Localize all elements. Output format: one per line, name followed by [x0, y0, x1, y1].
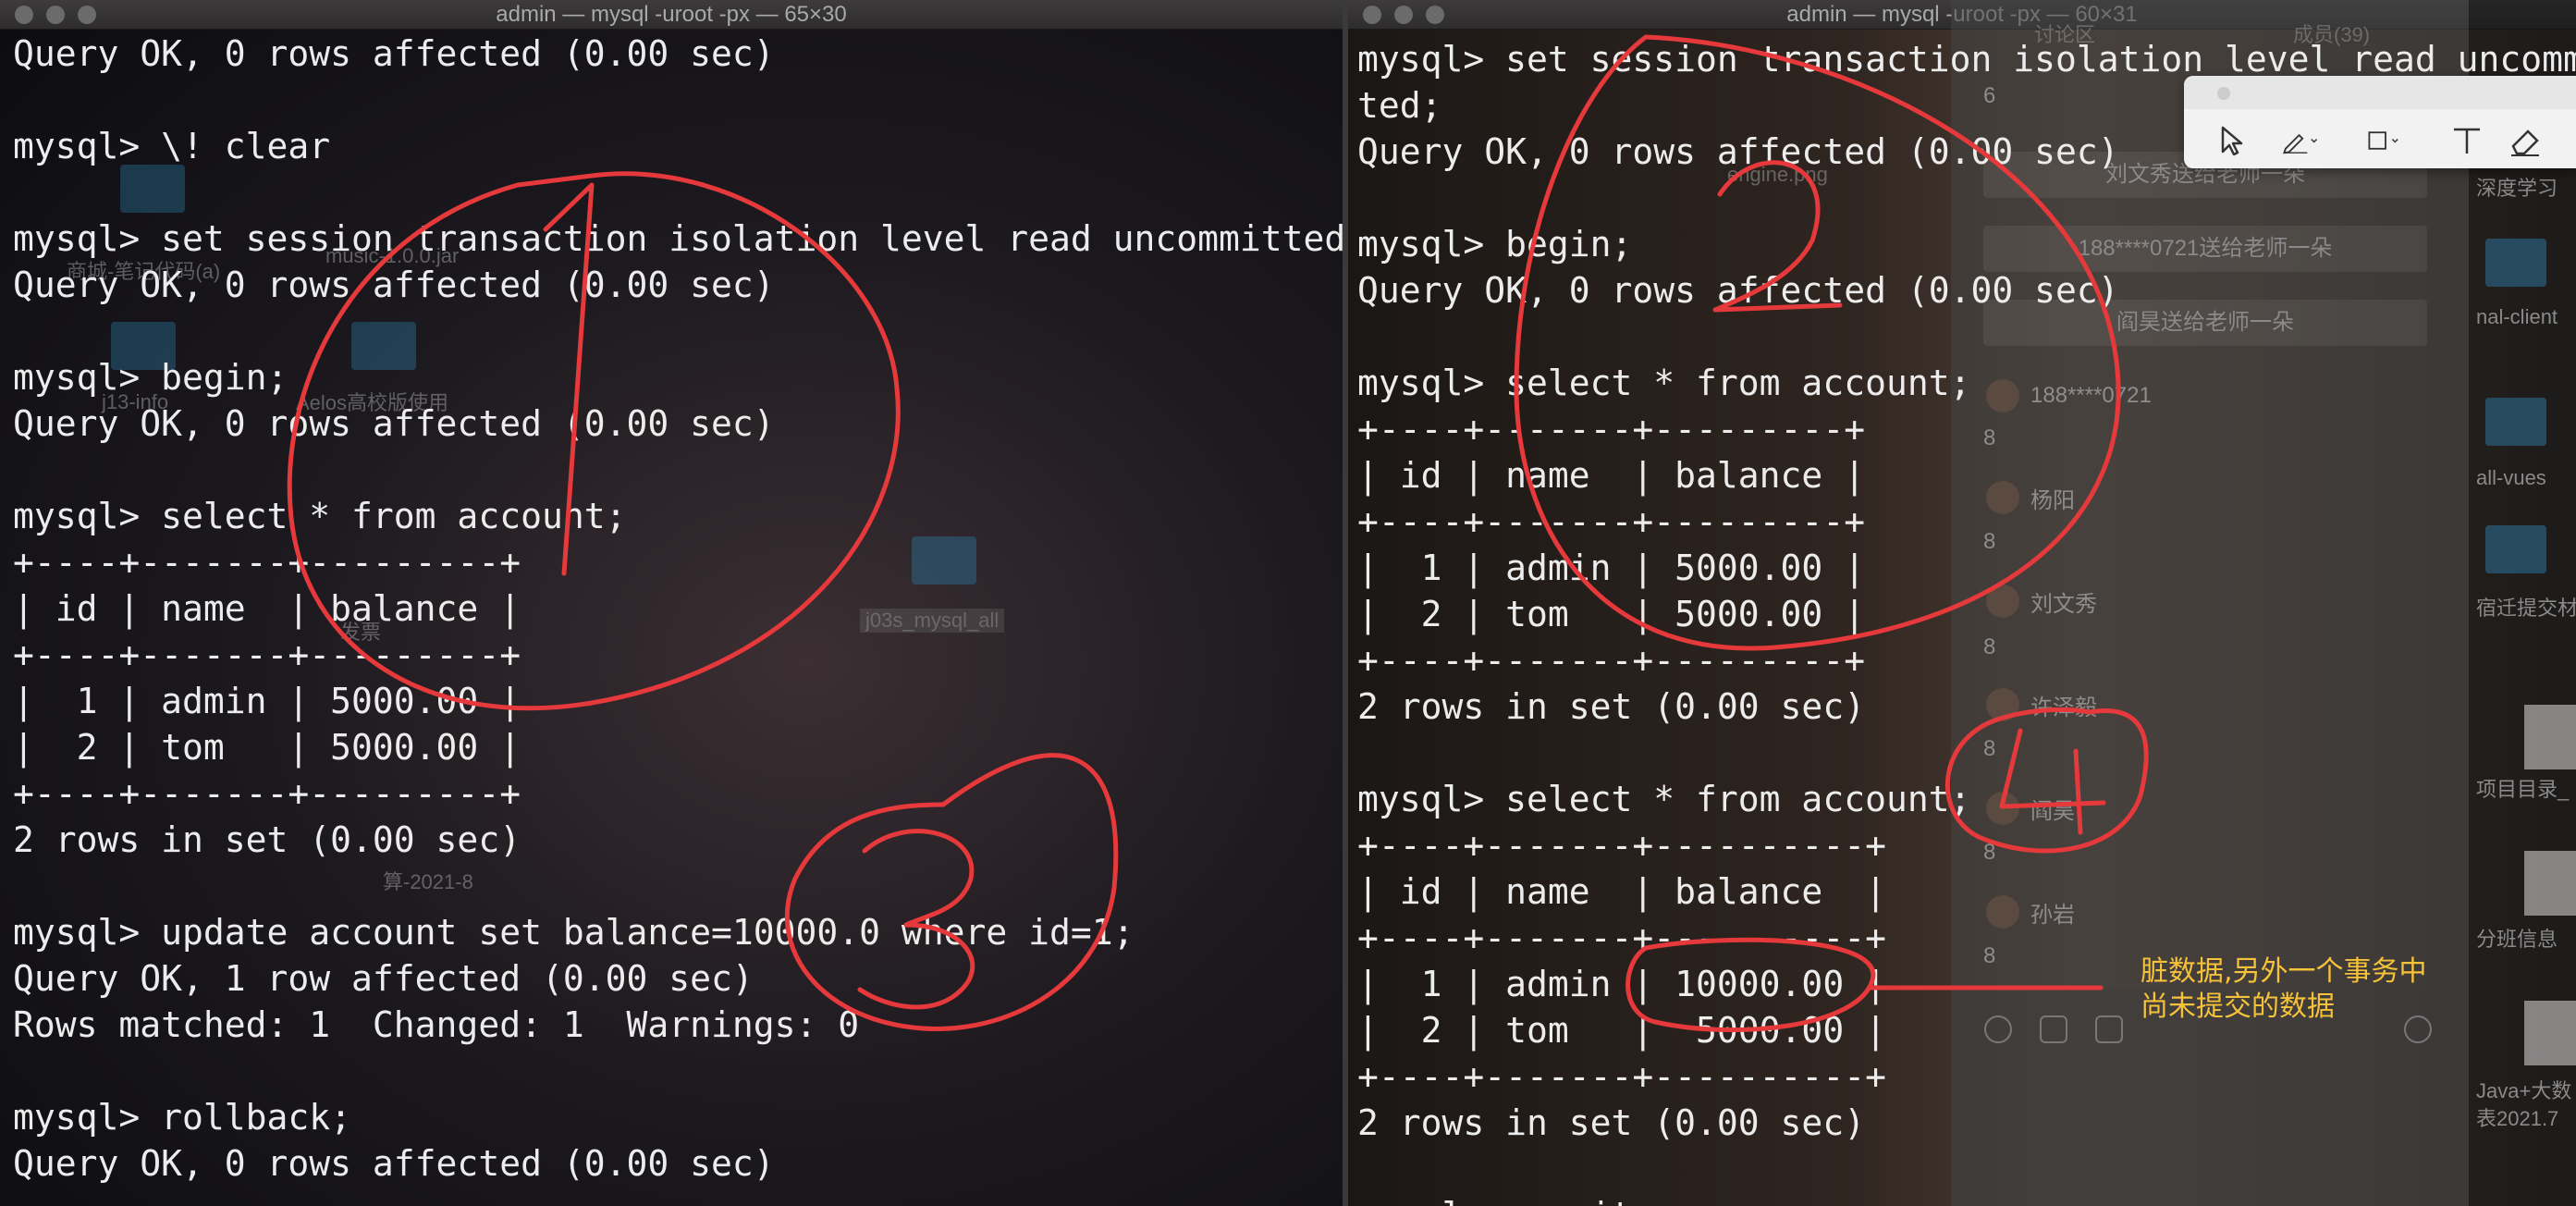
terminal-line: +----+-------+---------+: [13, 634, 521, 675]
terminal-line: | 1 | admin | 5000.00 |: [1357, 548, 1866, 588]
terminal-line: Rows matched: 1 Changed: 1 Warnings: 0: [13, 1004, 860, 1045]
terminal-line: mysql> select * from account;: [1357, 779, 1971, 819]
terminal-line: mysql> rollback;: [13, 1097, 352, 1138]
terminal-line: mysql> update account set balance=10000.…: [13, 912, 1135, 953]
terminal-line: +----+-------+----------+: [1357, 1056, 1886, 1097]
terminal-line: Query OK, 0 rows affected (0.00 sec): [13, 265, 775, 305]
terminal-line: mysql> select * from account;: [1357, 363, 1971, 403]
terminal-line: Query OK, 1 row affected (0.00 sec): [13, 958, 754, 999]
terminal-line: | 1 | admin | 5000.00 |: [13, 681, 521, 721]
terminal-line: | id | name | balance |: [1357, 871, 1886, 912]
terminal-line: mysql> begin;: [13, 357, 288, 398]
toolbar-handle[interactable]: [2217, 87, 2230, 100]
terminal-line: Query OK, 0 rows affected (0.00 sec): [13, 403, 775, 444]
pen-icon[interactable]: [2280, 120, 2336, 161]
terminal-line: mysql> commit;: [1357, 1192, 2576, 1206]
dirty-data-note: 脏数据,另外一个事务中 尚未提交的数据: [2141, 955, 2427, 1023]
terminal-line: mysql> \! clear: [13, 126, 331, 166]
terminal-line: | 2 | tom | 5000.00 |: [1357, 594, 1866, 634]
eraser-icon[interactable]: [2504, 120, 2545, 161]
terminal-line: Query OK, 0 rows affected (0.00 sec): [1357, 270, 2119, 311]
terminal-line: | id | name | balance |: [1357, 455, 1866, 496]
text-icon[interactable]: [2447, 120, 2487, 161]
terminal-line: 2 rows in set (0.00 sec): [13, 819, 521, 860]
select-arrow-icon[interactable]: [2212, 120, 2252, 161]
terminal-line: +----+-------+---------+: [1357, 501, 1866, 542]
right-terminal-output[interactable]: mysql> set session transaction isolation…: [1357, 36, 2576, 1206]
rectangle-icon[interactable]: [2365, 120, 2421, 161]
terminal-line: +----+-------+---------+: [1357, 640, 1866, 681]
terminal-line: +----+-------+---------+: [13, 773, 521, 814]
terminal-line: Query OK, 0 rows affected (0.00 sec): [13, 1143, 775, 1184]
terminal-line: mysql> select * from account;: [13, 496, 627, 536]
terminal-line: +----+-------+---------+: [1357, 409, 1866, 449]
terminal-line: +----+-------+---------+: [13, 542, 521, 583]
terminal-line: Query OK, 0 rows affected (0.00 sec): [13, 33, 775, 74]
annotation-toolbar: [2184, 76, 2576, 168]
left-titlebar[interactable]: admin — mysql -uroot -px — 65×30: [0, 0, 1343, 30]
terminal-line: mysql> begin;: [1357, 224, 1633, 265]
terminal-line: +----+-------+----------+: [1357, 825, 1886, 866]
terminal-line: | id | name | balance |: [13, 588, 521, 629]
left-terminal-output[interactable]: Query OK, 0 rows affected (0.00 sec) mysq…: [13, 31, 1343, 1206]
terminal-line: 2 rows in set (0.00 sec): [1357, 1102, 1866, 1143]
terminal-line: | 2 | tom | 5000.00 |: [13, 727, 521, 768]
left-window-title: admin — mysql -uroot -px — 65×30: [496, 2, 847, 27]
terminal-line: mysql> set session transaction isolation…: [13, 218, 1343, 259]
terminal-line: 2 rows in set (0.00 sec): [1357, 686, 1866, 727]
left-terminal-window[interactable]: 商城-笔记代码(a) music-1.0.0.jar j13-info Aelo…: [0, 0, 1343, 1206]
